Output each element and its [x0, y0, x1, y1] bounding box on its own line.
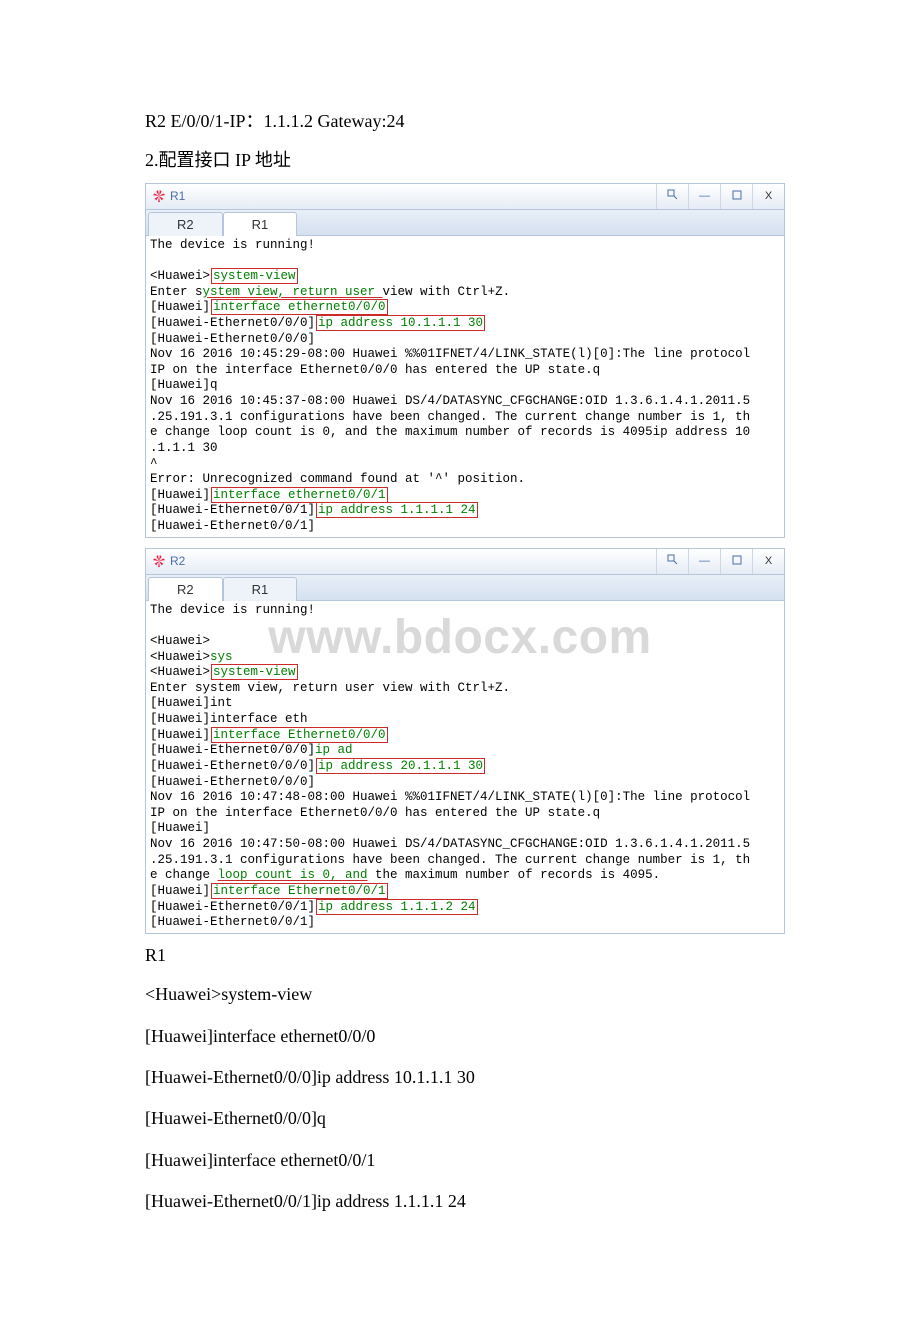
- terminal-line: <Huawei>: [150, 634, 780, 650]
- window-title: R2: [170, 554, 185, 568]
- terminal-line: The device is running!: [150, 603, 780, 619]
- maximize-icon: [732, 190, 742, 203]
- command-line: [Huawei-Ethernet0/0/0]q: [145, 1107, 775, 1130]
- pin-button[interactable]: [656, 549, 688, 574]
- router-label: R1: [145, 944, 775, 967]
- terminal-line: .25.191.3.1 configurations have been cha…: [150, 410, 780, 426]
- terminal-line: [150, 618, 780, 634]
- terminal-line: Nov 16 2016 10:47:48-08:00 Huawei %%01IF…: [150, 790, 780, 806]
- pin-icon: [667, 554, 678, 568]
- terminal-output[interactable]: The device is running! <Huawei><Huawei>s…: [146, 601, 784, 933]
- terminal-line: <Huawei>sys: [150, 650, 780, 666]
- command-line: [Huawei-Ethernet0/0/0]ip address 10.1.1.…: [145, 1066, 775, 1089]
- terminal-line: [Huawei]q: [150, 378, 780, 394]
- terminal-line: .25.191.3.1 configurations have been cha…: [150, 853, 780, 869]
- command-line: [Huawei-Ethernet0/0/1]ip address 1.1.1.1…: [145, 1190, 775, 1213]
- terminal-line: [Huawei-Ethernet0/0/0]ip address 10.1.1.…: [150, 316, 780, 332]
- terminal-line: [Huawei-Ethernet0/0/1]: [150, 915, 780, 931]
- maximize-button[interactable]: [720, 184, 752, 209]
- window-title: R1: [170, 189, 185, 203]
- terminal-line: ^: [150, 457, 780, 473]
- titlebar: R2 — X: [146, 549, 784, 575]
- terminal-line: Error: Unrecognized command found at '^'…: [150, 472, 780, 488]
- terminal-line: [Huawei-Ethernet0/0/1]ip address 1.1.1.2…: [150, 900, 780, 916]
- huawei-logo-icon: [152, 554, 166, 568]
- command-line: [Huawei]interface ethernet0/0/1: [145, 1149, 775, 1172]
- terminal-window-r1: R1 — X R2 R1 The device is running! <Hua…: [145, 183, 785, 538]
- terminal-line: [Huawei-Ethernet0/0/0]ip ad: [150, 743, 780, 759]
- tab-r1[interactable]: R1: [223, 212, 298, 236]
- close-button[interactable]: X: [752, 549, 784, 574]
- command-line: [Huawei]interface ethernet0/0/0: [145, 1025, 775, 1048]
- terminal-line: [Huawei]: [150, 821, 780, 837]
- terminal-line: [Huawei]interface Ethernet0/0/1: [150, 884, 780, 900]
- terminal-line: e change loop count is 0, and the maximu…: [150, 425, 780, 441]
- maximize-button[interactable]: [720, 549, 752, 574]
- terminal-line: e change loop count is 0, and the maximu…: [150, 868, 780, 884]
- pin-button[interactable]: [656, 184, 688, 209]
- terminal-line: .1.1.1 30: [150, 441, 780, 457]
- terminal-output[interactable]: The device is running! <Huawei>system-vi…: [146, 236, 784, 537]
- terminal-line: [Huawei]interface Ethernet0/0/0: [150, 728, 780, 744]
- terminal-line: <Huawei>system-view: [150, 269, 780, 285]
- terminal-line: [Huawei-Ethernet0/0/0]: [150, 332, 780, 348]
- window-controls: — X: [656, 184, 784, 209]
- terminal-line: [Huawei]interface ethernet0/0/1: [150, 488, 780, 504]
- terminal-line: [Huawei-Ethernet0/0/0]ip address 20.1.1.…: [150, 759, 780, 775]
- minimize-button[interactable]: —: [688, 184, 720, 209]
- terminal-line: [150, 253, 780, 269]
- terminal-line: Nov 16 2016 10:47:50-08:00 Huawei DS/4/D…: [150, 837, 780, 853]
- terminal-line: [Huawei-Ethernet0/0/1]ip address 1.1.1.1…: [150, 503, 780, 519]
- terminal-line: IP on the interface Ethernet0/0/0 has en…: [150, 806, 780, 822]
- tab-bar: R2 R1: [146, 575, 784, 601]
- maximize-icon: [732, 555, 742, 568]
- terminal-line: Nov 16 2016 10:45:29-08:00 Huawei %%01IF…: [150, 347, 780, 363]
- terminal-line: Enter system view, return user view with…: [150, 285, 780, 301]
- titlebar: R1 — X: [146, 184, 784, 210]
- command-line: <Huawei>system-view: [145, 983, 775, 1006]
- step-heading: 2.配置接口 IP 地址: [145, 149, 775, 172]
- tab-r2[interactable]: R2: [148, 577, 223, 601]
- window-controls: — X: [656, 549, 784, 574]
- tab-bar: R2 R1: [146, 210, 784, 236]
- terminal-line: Nov 16 2016 10:45:37-08:00 Huawei DS/4/D…: [150, 394, 780, 410]
- tab-r1[interactable]: R1: [223, 577, 298, 601]
- terminal-line: [Huawei-Ethernet0/0/0]: [150, 775, 780, 791]
- terminal-line: IP on the interface Ethernet0/0/0 has en…: [150, 363, 780, 379]
- tab-r2[interactable]: R2: [148, 212, 223, 236]
- terminal-line: [Huawei-Ethernet0/0/1]: [150, 519, 780, 535]
- terminal-line: [Huawei]int: [150, 696, 780, 712]
- terminal-line: The device is running!: [150, 238, 780, 254]
- config-note-line: R2 E/0/0/1-IP：1.1.1.2 Gateway:24: [145, 110, 775, 133]
- terminal-window-r2: R2 — X R2 R1 The device is running! <Hua…: [145, 548, 785, 934]
- pin-icon: [667, 189, 678, 203]
- terminal-line: <Huawei>system-view: [150, 665, 780, 681]
- close-button[interactable]: X: [752, 184, 784, 209]
- minimize-button[interactable]: —: [688, 549, 720, 574]
- terminal-line: [Huawei]interface eth: [150, 712, 780, 728]
- huawei-logo-icon: [152, 189, 166, 203]
- command-block: <Huawei>system-view [Huawei]interface et…: [145, 983, 775, 1213]
- terminal-line: [Huawei]interface ethernet0/0/0: [150, 300, 780, 316]
- terminal-line: Enter system view, return user view with…: [150, 681, 780, 697]
